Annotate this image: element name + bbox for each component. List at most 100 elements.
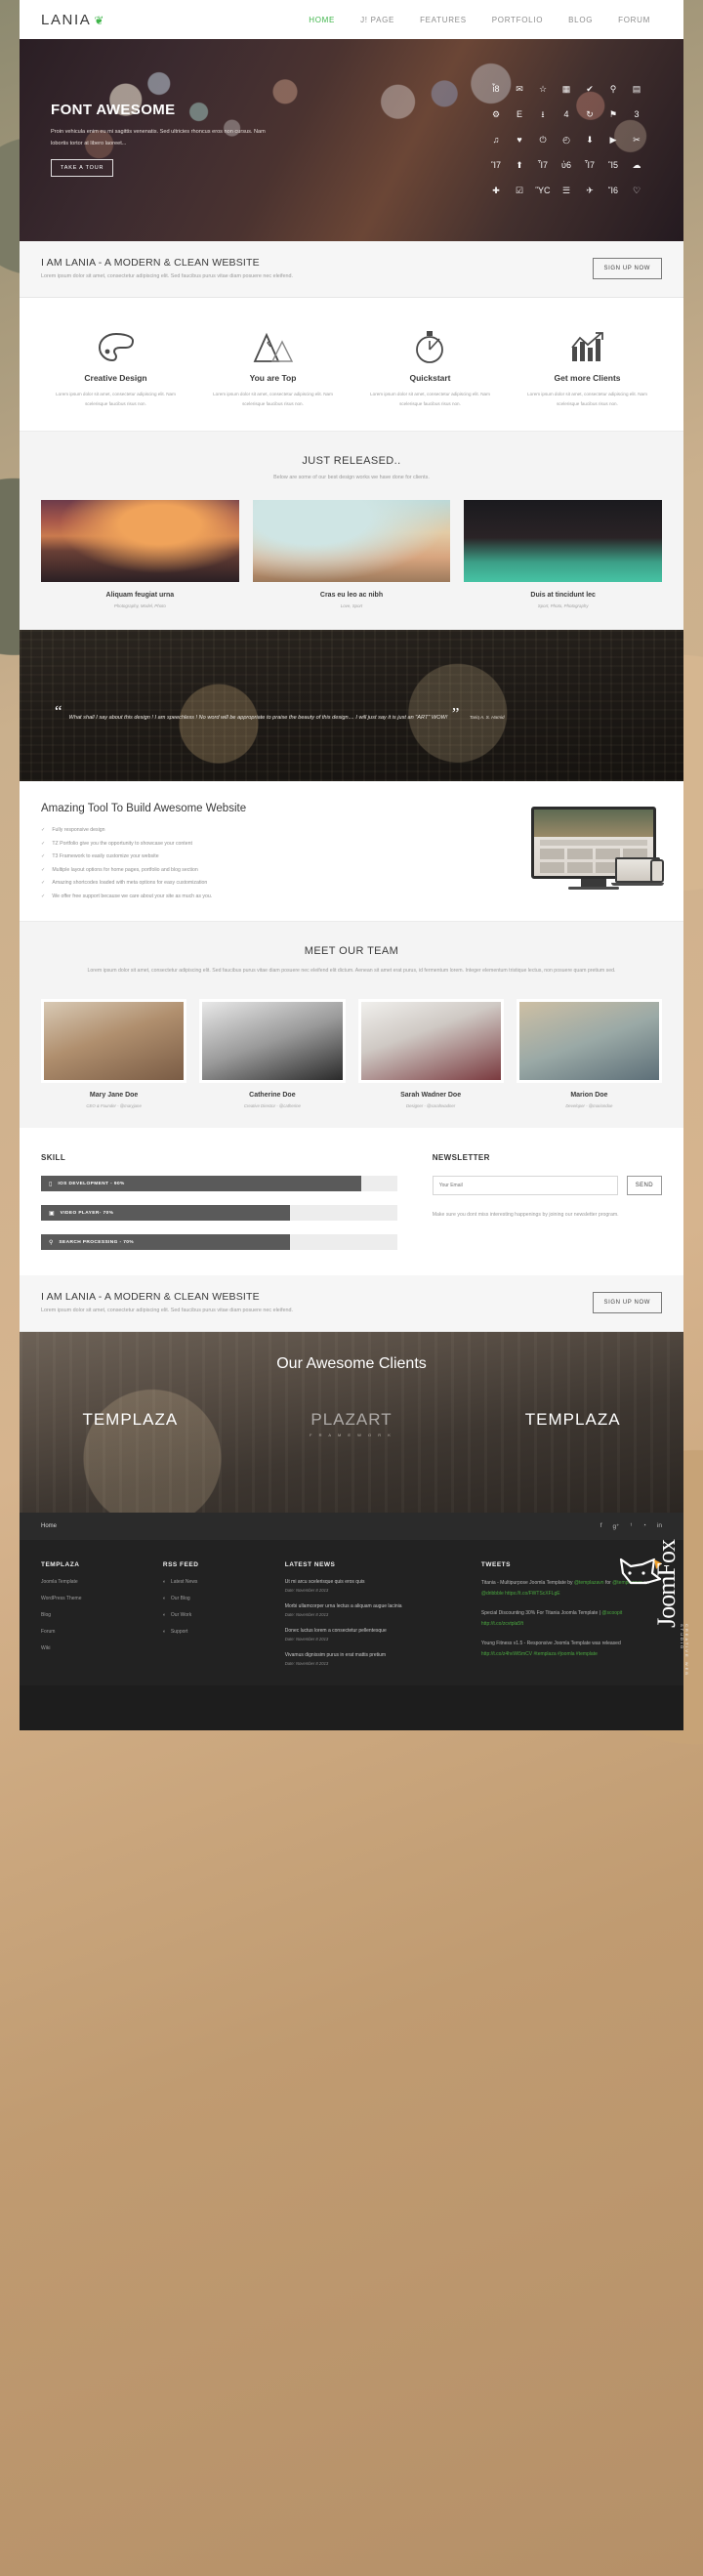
screenshot-hero xyxy=(534,810,653,837)
portfolio-item-title: Duis at tincidunt lec xyxy=(464,592,662,599)
check-icon: ✓ xyxy=(41,838,45,852)
portfolio-section: JUST RELEASED.. Below are some of our be… xyxy=(20,431,683,630)
client-logo[interactable]: TEMPLAZA xyxy=(462,1410,683,1437)
amazing-tool-section: Amazing Tool To Build Awesome Website ✓ F… xyxy=(20,781,683,921)
tweet-mention-link[interactable]: @scoopit xyxy=(601,1610,622,1616)
feature-quickstart[interactable]: Quickstart Lorem ipsum dolor sit amet, c… xyxy=(352,323,509,409)
skill-bar-fill: ▯ IOS DEVELOPMENT - 90% xyxy=(41,1176,361,1191)
tweet-url-link[interactable]: https://t.co/FWTScXFLgE xyxy=(505,1591,559,1597)
feature-title: Get more Clients xyxy=(517,373,658,383)
signup-now-button-bottom[interactable]: SIGN UP NOW xyxy=(593,1292,663,1313)
bar-chart-growth-icon xyxy=(517,323,658,364)
team-member[interactable]: Mary Jane Doe CEO & Founder - @maryjane xyxy=(41,999,186,1108)
team-section: MEET OUR TEAM Lorem ipsum dolor sit amet… xyxy=(20,921,683,1128)
arrow-circle-down-icon: ⬇ xyxy=(586,136,594,145)
news-item[interactable]: Morbi ullamcorper urna lectus a aliquam … xyxy=(285,1603,466,1617)
footer-link[interactable]: ◐ Our Work xyxy=(163,1612,269,1618)
feature-creative-design[interactable]: Creative Design Lorem ipsum dolor sit am… xyxy=(37,323,194,409)
nav-item-home[interactable]: HOME xyxy=(309,16,335,24)
news-item-date: Date: November 8 2013 xyxy=(285,1588,466,1593)
rss-icon[interactable]: ◔ xyxy=(642,1522,646,1530)
check-square-icon: ☑ xyxy=(516,187,523,195)
portfolio-thumbnail[interactable] xyxy=(41,500,239,582)
news-item-title: Morbi ullamcorper urna lectus a aliquam … xyxy=(285,1603,466,1609)
footer-link[interactable]: ◐ Our Blog xyxy=(163,1596,269,1601)
signup-now-button-top[interactable]: SIGN UP NOW xyxy=(593,258,663,279)
client-logo[interactable]: TEMPLAZA xyxy=(20,1410,241,1437)
send-button[interactable]: SEND xyxy=(627,1176,662,1195)
skill-newsletter-section: SKILL ▯ IOS DEVELOPMENT - 90% ▣ VIDEO PL… xyxy=(20,1128,683,1275)
portfolio-item[interactable]: Aliquam feugiat urna Photography, Model,… xyxy=(41,500,239,608)
feature-text: Lorem ipsum dolor sit amet, consectetur … xyxy=(45,390,186,409)
features-section: Creative Design Lorem ipsum dolor sit am… xyxy=(20,298,683,431)
signup-top-title: I AM LANIA - A MODERN & CLEAN WEBSITE xyxy=(41,257,293,269)
feature-text: Lorem ipsum dolor sit amet, consectetur … xyxy=(359,390,501,409)
client-name: TEMPLAZA xyxy=(20,1410,241,1430)
footer-home-link[interactable]: Home xyxy=(41,1523,57,1529)
list-item: ✓ T3 Framework to easily customize your w… xyxy=(41,851,386,864)
news-item[interactable]: Vivamus dignissim purus in erat mattis p… xyxy=(285,1652,466,1666)
brand-logo[interactable]: LANIA ❦ xyxy=(41,12,105,28)
bookmark-icon: ὑ6 xyxy=(561,161,571,170)
tweet-item: Young Fitness v1.5 - Responsive Joomla T… xyxy=(481,1639,662,1659)
team-member[interactable]: Catherine Doe Creative Director - @cathe… xyxy=(199,999,345,1108)
take-a-tour-button[interactable]: TAKE A TOUR xyxy=(51,159,113,177)
nav-item-blog[interactable]: BLOG xyxy=(568,16,593,24)
nav-item-portfolio[interactable]: PORTFOLIO xyxy=(492,16,543,24)
facebook-icon[interactable]: f xyxy=(600,1522,602,1530)
tweet-hashtag-link[interactable]: #template xyxy=(576,1651,598,1657)
tweet-mention-link[interactable]: @templazavn xyxy=(612,1580,642,1586)
team-member[interactable]: Sarah Wadner Doe Designer - @sarahwadner xyxy=(358,999,504,1108)
tweet-url-link[interactable]: http://t.co/zcvtpla5ft xyxy=(481,1621,523,1627)
client-logo[interactable]: PLAZART F R A M E W O R K xyxy=(241,1410,463,1437)
footer-link-label: Our Blog xyxy=(171,1596,190,1601)
inbox-icon: ὜4 xyxy=(563,110,568,119)
news-item[interactable]: Donec luctus lorem a consectetur pellent… xyxy=(285,1628,466,1641)
mountains-icon xyxy=(202,323,344,364)
nav-item-jpage[interactable]: J! PAGE xyxy=(360,16,394,24)
scissors-icon: ✂ xyxy=(633,136,641,145)
footer-link[interactable]: Forum xyxy=(41,1629,147,1635)
googleplus-icon[interactable]: g⁺ xyxy=(613,1522,620,1530)
portfolio-item[interactable]: Cras eu leo ac nibh Love, Sport xyxy=(253,500,451,608)
clients-logo-row: TEMPLAZA PLAZART F R A M E W O R K TEMPL… xyxy=(20,1410,683,1437)
feature-get-more-clients[interactable]: Get more Clients Lorem ipsum dolor sit a… xyxy=(509,323,666,409)
tweet-mention-link[interactable]: @dribbble xyxy=(481,1591,504,1597)
footer-link-label: Latest News xyxy=(171,1579,198,1585)
skill-bar-label: IOS DEVELOPMENT - 90% xyxy=(58,1182,124,1186)
twitter-icon[interactable]: ᵗ xyxy=(631,1522,632,1530)
nav-item-forum[interactable]: FORUM xyxy=(618,16,650,24)
email-field[interactable] xyxy=(433,1176,618,1195)
tweet-url-link[interactable]: http://t.co/z4hvWi5mCV xyxy=(481,1651,532,1657)
skill-bar-fill: ▣ VIDEO PLAYER- 70% xyxy=(41,1205,290,1221)
footer-link-label: Wiki xyxy=(41,1645,50,1651)
news-item-date: Date: November 8 2013 xyxy=(285,1637,466,1641)
footer-column-title: RSS FEED xyxy=(163,1561,269,1568)
footer-link[interactable]: ◐ Latest News xyxy=(163,1579,269,1585)
tweet-hashtag-link[interactable]: #templaza xyxy=(534,1651,557,1657)
footer-link[interactable]: Wiki xyxy=(41,1645,147,1651)
footer-link[interactable]: Joomla Template xyxy=(41,1579,147,1585)
team-member[interactable]: Marion Doe Developer - @mariondoe xyxy=(517,999,662,1108)
footer-column-title: TEMPLAZA xyxy=(41,1561,147,1568)
tweet-mention-link[interactable]: @templazavn xyxy=(574,1580,604,1586)
list-item-label: We offer free support because we care ab… xyxy=(52,891,212,904)
footer-link[interactable]: ◐ Support xyxy=(163,1629,269,1635)
portfolio-item[interactable]: Duis at tincidunt lec Sport, Photo, Phot… xyxy=(464,500,662,608)
feature-you-are-top[interactable]: You are Top Lorem ipsum dolor sit amet, … xyxy=(194,323,352,409)
tags-icon: Ἷ7 xyxy=(585,161,595,170)
quote-close-icon: ” xyxy=(452,704,460,723)
laptop-base xyxy=(611,883,664,886)
footer-link-label: Joomla Template xyxy=(41,1579,78,1585)
envelope-icon: ✉ xyxy=(516,85,523,94)
news-item[interactable]: Ut mi arcu scelerisque quis eros quis Da… xyxy=(285,1579,466,1593)
newsletter-copy: Make sure you dont miss interesting happ… xyxy=(433,1209,662,1221)
portfolio-thumbnail[interactable] xyxy=(464,500,662,582)
footer-link[interactable]: Blog xyxy=(41,1612,147,1618)
portfolio-thumbnail[interactable] xyxy=(253,500,451,582)
nav-item-features[interactable]: FEATURES xyxy=(420,16,467,24)
footer-link[interactable]: WordPress Theme xyxy=(41,1596,147,1601)
leaf-icon: ❦ xyxy=(94,14,105,27)
linkedin-icon[interactable]: in xyxy=(657,1522,662,1530)
tweet-hashtag-link[interactable]: #joomla xyxy=(558,1651,575,1657)
